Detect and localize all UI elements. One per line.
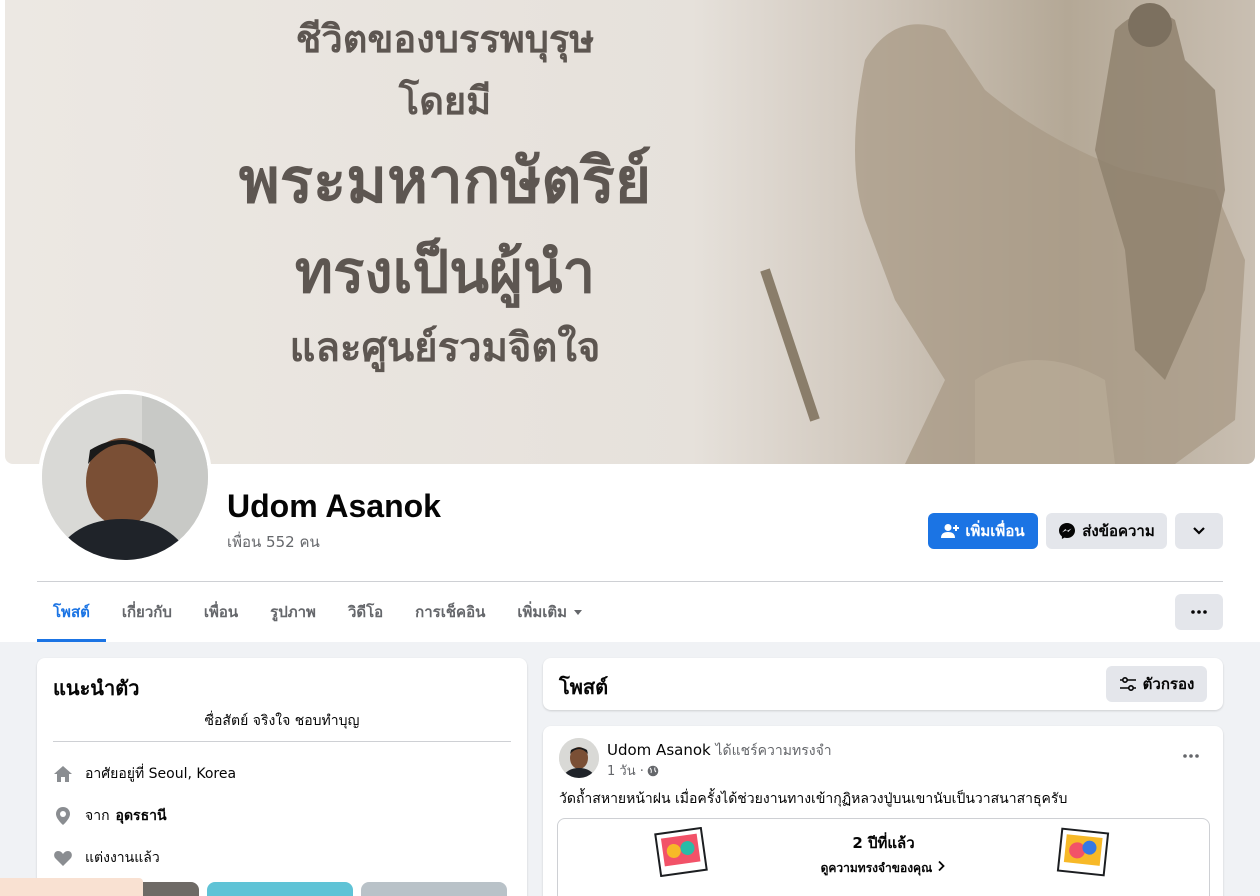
tab-posts[interactable]: โพสต์ bbox=[37, 582, 106, 642]
chevron-down-icon bbox=[1193, 527, 1205, 535]
add-friend-icon bbox=[941, 524, 960, 538]
intro-relationship: แต่งงานแล้ว bbox=[53, 847, 160, 869]
friend-count[interactable]: เพื่อน 552 คน bbox=[227, 530, 320, 554]
posts-header: โพสต์ ตัวกรอง bbox=[543, 658, 1223, 710]
post-author-avatar[interactable] bbox=[559, 738, 599, 778]
cover-line-3: พระมหากษัตริย์ bbox=[238, 144, 652, 217]
tab-photos[interactable]: รูปภาพ bbox=[254, 582, 332, 642]
memory-illustration-right bbox=[1056, 827, 1110, 877]
post-time[interactable]: 1 วัน · bbox=[607, 760, 644, 781]
lives-text: อาศัยอยู่ที่ Seoul, Korea bbox=[85, 766, 237, 782]
post-action: ได้แชร์ความทรงจำ bbox=[715, 743, 832, 759]
post-meta: 1 วัน · bbox=[607, 760, 659, 781]
tab-about[interactable]: เกี่ยวกับ bbox=[106, 582, 188, 642]
relationship-text: แต่งงานแล้ว bbox=[85, 850, 160, 866]
filter-button[interactable]: ตัวกรอง bbox=[1106, 666, 1207, 702]
cover-line-1: ชีวิตของบรรพบุรุษ bbox=[295, 17, 595, 61]
profile-tabs: โพสต์ เกี่ยวกับ เพื่อน รูปภาพ วิดีโอ การ… bbox=[37, 582, 601, 642]
post-author-name[interactable]: Udom Asanok bbox=[607, 741, 711, 759]
posts-title: โพสต์ bbox=[559, 675, 609, 699]
filter-label: ตัวกรอง bbox=[1142, 675, 1195, 693]
memory-link-label: ดูความทรงจำของคุณ bbox=[820, 861, 933, 875]
intro-lives: อาศัยอยู่ที่ Seoul, Korea bbox=[53, 763, 236, 785]
cover-line-4: ทรงเป็นผู้นำ bbox=[294, 238, 596, 306]
profile-header: ชีวิตของบรรพบุรุษ โดยมี พระมหากษัตริย์ ท… bbox=[0, 0, 1260, 642]
add-friend-button[interactable]: เพิ่มเพื่อน bbox=[928, 513, 1038, 549]
profile-options-button[interactable] bbox=[1175, 513, 1223, 549]
tab-friends[interactable]: เพื่อน bbox=[188, 582, 254, 642]
statue-illustration bbox=[760, 3, 1245, 464]
location-pin-icon bbox=[53, 806, 73, 826]
tab-videos[interactable]: วิดีโอ bbox=[332, 582, 399, 642]
intro-from: จาก อุดรธานี bbox=[53, 805, 167, 827]
more-options-button[interactable] bbox=[1175, 594, 1223, 630]
profile-name: Udom Asanok bbox=[227, 488, 441, 524]
heart-icon bbox=[53, 848, 73, 868]
tab-more-label: เพิ่มเติม bbox=[517, 603, 568, 621]
filter-icon bbox=[1119, 676, 1136, 692]
intro-card: แนะนำตัว ซื่อสัตย์ จริงใจ ชอบทำบุญ อาศัย… bbox=[37, 658, 527, 896]
ellipsis-icon bbox=[1183, 754, 1199, 758]
message-label: ส่งข้อความ bbox=[1082, 522, 1155, 540]
featured-photo[interactable] bbox=[361, 882, 507, 896]
profile-avatar[interactable] bbox=[38, 390, 212, 564]
caret-down-icon bbox=[574, 610, 583, 615]
tab-checkins[interactable]: การเช็คอิน bbox=[399, 582, 501, 642]
memory-card[interactable]: 2 ปีที่แล้ว ดูความทรงจำของคุณ bbox=[557, 818, 1210, 896]
featured-photo[interactable] bbox=[207, 882, 353, 896]
messenger-icon bbox=[1059, 523, 1076, 539]
from-prefix: จาก bbox=[85, 808, 110, 824]
intro-title: แนะนำตัว bbox=[53, 676, 140, 700]
from-place-link[interactable]: อุดรธานี bbox=[116, 805, 167, 827]
post-text: วัดถ้ำสหายหน้าฝน เมื่อครั้งได้ช่วยงานทาง… bbox=[559, 791, 1068, 807]
post-options-button[interactable] bbox=[1177, 744, 1205, 768]
add-friend-label: เพิ่มเพื่อน bbox=[965, 522, 1025, 540]
message-button[interactable]: ส่งข้อความ bbox=[1046, 513, 1167, 549]
avatar-photo bbox=[559, 738, 599, 778]
intro-bio: ซื่อสัตย์ จริงใจ ชอบทำบุญ bbox=[204, 713, 360, 729]
intro-divider bbox=[53, 741, 511, 742]
cover-text: ชีวิตของบรรพบุรุษ โดยมี พระมหากษัตริย์ ท… bbox=[175, 8, 715, 382]
chat-tab-stub[interactable] bbox=[0, 878, 143, 896]
ellipsis-icon bbox=[1191, 610, 1207, 614]
cover-line-2: โดยมี bbox=[398, 79, 492, 123]
post-card: Udom Asanok ได้แชร์ความทรงจำ 1 วัน · วัด… bbox=[543, 726, 1223, 896]
post-author-line: Udom Asanok ได้แชร์ความทรงจำ bbox=[607, 740, 832, 762]
avatar-photo bbox=[42, 394, 208, 560]
chevron-right-icon bbox=[938, 860, 946, 872]
tab-more[interactable]: เพิ่มเติม bbox=[501, 582, 601, 642]
cover-photo[interactable]: ชีวิตของบรรพบุรุษ โดยมี พระมหากษัตริย์ ท… bbox=[5, 0, 1255, 464]
home-icon bbox=[53, 764, 73, 784]
cover-line-5: และศูนย์รวมจิตใจ bbox=[289, 325, 601, 371]
globe-icon bbox=[647, 765, 659, 776]
